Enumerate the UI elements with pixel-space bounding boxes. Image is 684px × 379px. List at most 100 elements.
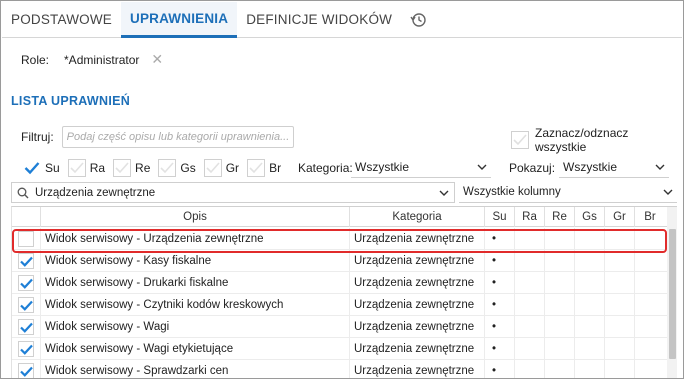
row-checkbox-cell [12,294,41,316]
row-kategoria: Urządzenia zewnętrzne [350,338,485,360]
role-label: Role: [21,52,50,67]
row-re [545,338,575,360]
row-opis: Widok serwisowy - Wagi [41,316,350,338]
category-value: Wszystkie [355,160,409,174]
table-row[interactable]: Widok serwisowy - Kasy fiskalne Urządzeni… [12,250,668,272]
select-all-checkbox[interactable] [511,131,529,149]
flag-br-checkbox[interactable] [247,159,266,177]
flag-gs-label: Gs [180,161,196,175]
filter-row: Filtruj: [21,126,294,148]
row-gr [605,228,635,250]
columns-select-value: Wszystkie kolumny [463,186,561,198]
show-select[interactable]: Wszystkie [559,157,669,178]
flag-su[interactable]: Su [23,159,60,177]
table-row[interactable]: Widok serwisowy - Sprawdzarki cen Urządze… [12,360,668,378]
header-gs[interactable]: Gs [575,207,605,227]
table-row[interactable]: Widok serwisowy - Drukarki fiskalne Urząd… [12,272,668,294]
header-br[interactable]: Br [635,207,665,227]
header-re[interactable]: Re [545,207,575,227]
section-title: LISTA UPRAWNIEŃ [11,94,131,108]
flag-ra-checkbox[interactable] [67,159,86,177]
row-kategoria: Urządzenia zewnętrzne [350,228,485,250]
show-value: Wszystkie [563,160,617,174]
row-kategoria: Urządzenia zewnętrzne [350,250,485,272]
tab-uprawnienia[interactable]: UPRAWNIENIA [121,2,238,38]
select-all[interactable]: Zaznacz/odznacz wszystkie [511,126,683,154]
tab-podstawowe[interactable]: PODSTAWOWE [2,2,121,37]
table-row[interactable]: Widok serwisowy - Czytniki kodów kreskow… [12,294,668,316]
flags-row: Su Ra Re Gs Gr Br [23,158,289,178]
row-gr [605,338,635,360]
row-su: • [485,338,515,360]
vertical-scrollbar[interactable] [667,207,677,378]
chevron-down-icon [655,164,665,170]
category-label: Kategoria: [298,161,353,175]
history-icon[interactable] [401,2,435,37]
row-re [545,316,575,338]
table-row[interactable]: Widok serwisowy - Wagi etykietujące Urząd… [12,338,668,360]
row-checkbox-cell [12,338,41,360]
row-ra [515,338,545,360]
row-su: • [485,272,515,294]
flag-gr-checkbox[interactable] [203,159,222,177]
row-opis: Widok serwisowy - Urządzenia zewnętrzne [41,228,350,250]
table-row[interactable]: Widok serwisowy - Urządzenia zewnętrzne U… [12,228,668,250]
row-gr [605,250,635,272]
search-icon [17,187,29,198]
search-input[interactable]: Urządzenia zewnętrzne [11,182,455,203]
row-gr [605,294,635,316]
close-icon[interactable]: ✕ [151,51,163,68]
row-checkbox-cell [12,228,41,250]
flag-gs-checkbox[interactable] [158,159,177,177]
row-br [635,272,665,294]
header-gr[interactable]: Gr [605,207,635,227]
tab-definicje-widokow[interactable]: DEFINICJE WIDOKÓW [237,2,401,37]
row-gr [605,316,635,338]
row-su: • [485,294,515,316]
table-row[interactable]: Widok serwisowy - Wagi Urządzenia zewnętr… [12,316,668,338]
scrollbar-thumb[interactable] [669,229,676,359]
row-checkbox[interactable] [18,341,34,357]
header-ra[interactable]: Ra [515,207,545,227]
row-gs [575,360,605,378]
header-su[interactable]: Su [485,207,515,227]
row-checkbox[interactable] [18,253,34,269]
chevron-down-icon [477,164,487,170]
row-checkbox[interactable] [18,363,34,378]
row-ra [515,316,545,338]
row-br [635,228,665,250]
row-checkbox[interactable] [18,297,34,313]
flag-br[interactable]: Br [247,159,281,177]
category-select[interactable]: Wszystkie [351,157,491,178]
flag-re-checkbox[interactable] [113,159,132,177]
flag-ra[interactable]: Ra [67,159,105,177]
row-kategoria: Urządzenia zewnętrzne [350,272,485,294]
row-checkbox[interactable] [18,319,34,335]
flag-su-checkbox[interactable] [23,159,41,177]
row-kategoria: Urządzenia zewnętrzne [350,316,485,338]
header-kategoria[interactable]: Kategoria [350,207,485,227]
row-gr [605,360,635,378]
chevron-down-icon [663,189,673,195]
row-br [635,338,665,360]
role-value[interactable]: *Administrator [64,53,139,67]
columns-select[interactable]: Wszystkie kolumny [459,182,677,203]
flag-gr[interactable]: Gr [203,159,240,177]
flag-gr-label: Gr [225,161,240,175]
row-gr [605,272,635,294]
row-gs [575,272,605,294]
row-su: • [485,316,515,338]
row-checkbox[interactable] [18,275,34,291]
row-checkbox[interactable] [18,231,34,247]
row-opis: Widok serwisowy - Drukarki fiskalne [41,272,350,294]
row-opis: Widok serwisowy - Sprawdzarki cen [41,360,350,378]
row-checkbox-cell [12,272,41,294]
row-re [545,360,575,378]
flag-gs[interactable]: Gs [158,159,196,177]
row-re [545,250,575,272]
row-br [635,294,665,316]
header-opis[interactable]: Opis [41,207,350,227]
filter-input[interactable] [61,126,294,148]
chevron-down-icon[interactable] [439,190,449,196]
flag-re[interactable]: Re [113,159,150,177]
